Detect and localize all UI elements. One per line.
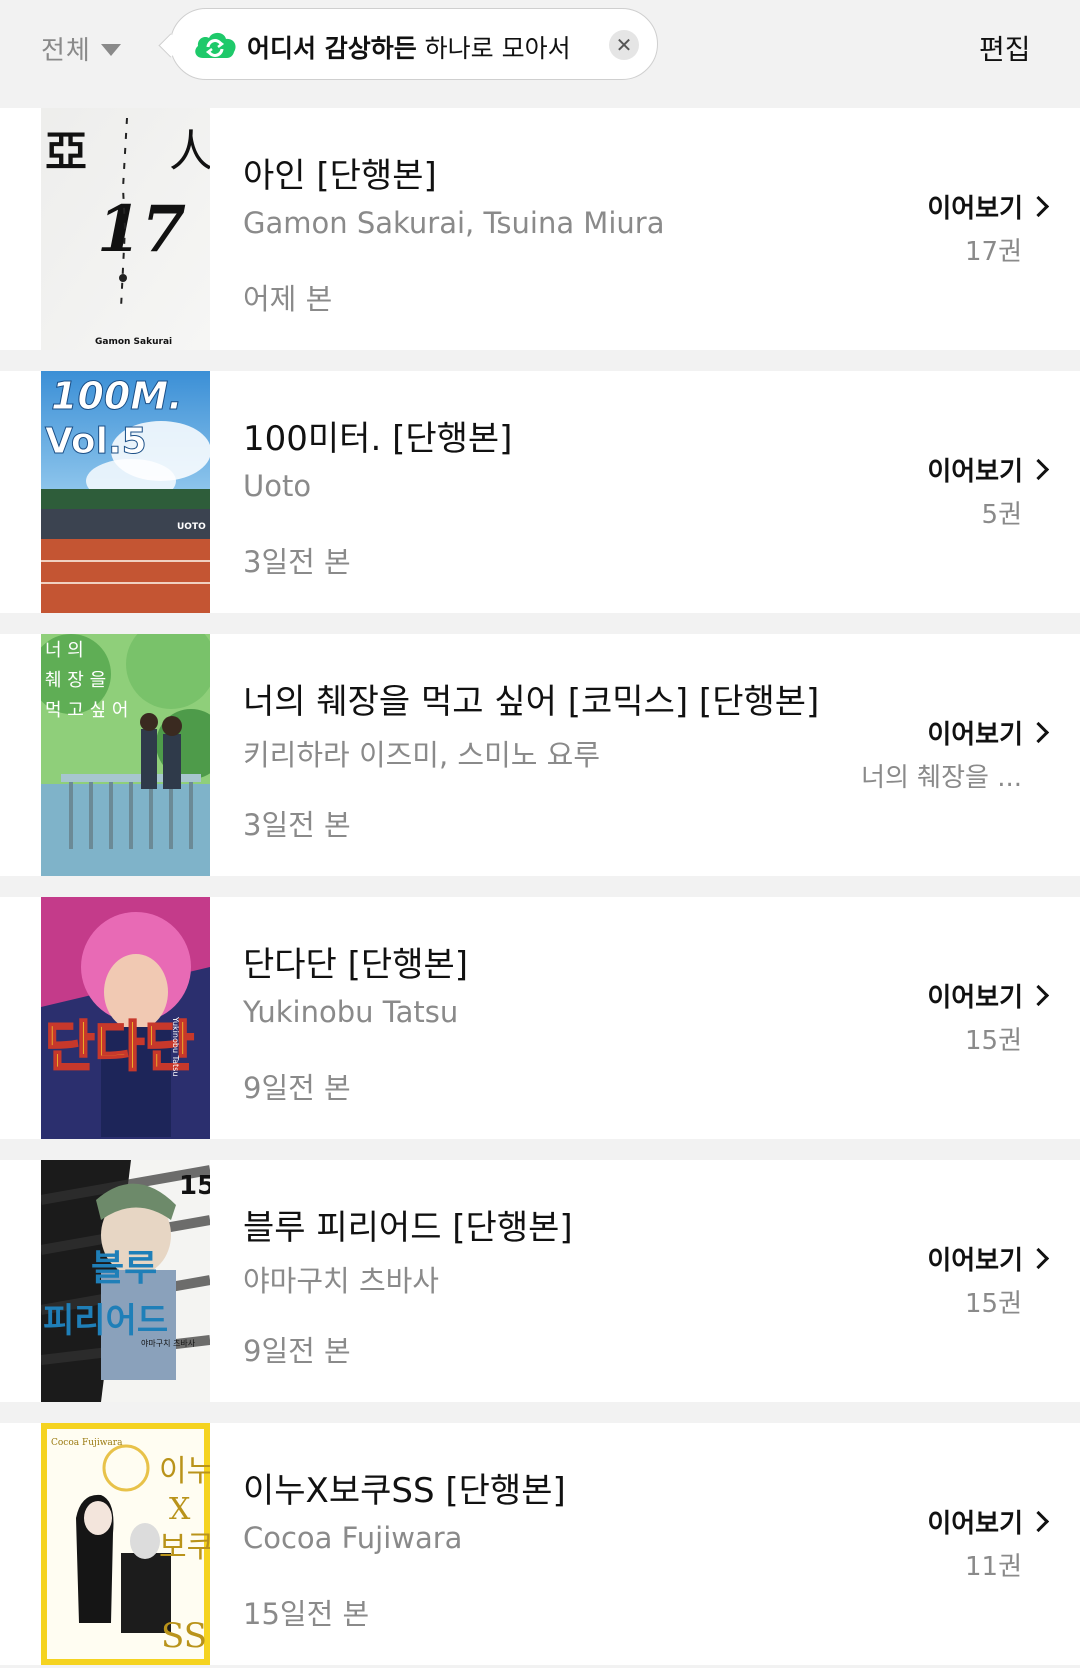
book-title: 100미터. [단행본]	[243, 419, 513, 459]
svg-text:피리어드: 피리어드	[43, 1301, 168, 1341]
chevron-right-icon	[1027, 721, 1050, 744]
book-cover[interactable]: 100M. Vol.5 UOTO	[41, 371, 210, 613]
continue-label: 이어보기	[927, 983, 1023, 1013]
volume-label: 5권	[981, 500, 1022, 530]
book-author: 야마구치 츠바사	[243, 1264, 439, 1298]
library-item[interactable]: Cocoa Fujiwara 이누 X 보쿠 SS 이누X보쿠SS [단행본] …	[0, 1423, 1080, 1665]
cloud-sync-icon	[195, 32, 236, 58]
book-title: 너의 췌장을 먹고 싶어 [코믹스] [단행본]	[243, 682, 820, 722]
library-item[interactable]: 100M. Vol.5 UOTO 100미터. [단행본] Uoto 3일전 본…	[0, 371, 1080, 613]
svg-text:야마구치 츠바사: 야마구치 츠바사	[141, 1338, 196, 1348]
last-viewed: 3일전 본	[243, 808, 351, 842]
continue-label: 이어보기	[927, 720, 1023, 750]
book-cover[interactable]: 亞 人 17 Gamon Sakurai	[41, 108, 210, 350]
svg-text:Gamon Sakurai: Gamon Sakurai	[95, 337, 172, 347]
svg-text:Cocoa Fujiwara: Cocoa Fujiwara	[51, 1438, 123, 1448]
svg-text:블루: 블루	[91, 1248, 157, 1289]
continue-reading-button[interactable]: 이어보기	[927, 714, 1052, 751]
svg-text:17: 17	[97, 192, 186, 267]
book-author: Cocoa Fujiwara	[243, 1521, 463, 1555]
svg-text:SS: SS	[161, 1616, 207, 1656]
volume-label: 17권	[964, 237, 1022, 267]
continue-label: 이어보기	[927, 1509, 1023, 1539]
book-title: 단다단 [단행본]	[243, 945, 469, 985]
svg-text:이누: 이누	[159, 1454, 210, 1489]
header: 전체 어디서 감상하든 하나로 모아서 ✕ 편집	[0, 0, 1080, 100]
book-title: 아인 [단행본]	[243, 156, 437, 196]
continue-reading-button[interactable]: 이어보기	[927, 977, 1052, 1014]
book-cover[interactable]: 너 의 췌 장 을 먹 고 싶 어	[41, 634, 210, 876]
last-viewed: 9일전 본	[243, 1334, 351, 1368]
continue-label: 이어보기	[927, 1246, 1023, 1276]
continue-label: 이어보기	[927, 194, 1023, 224]
svg-text:췌 장 을: 췌 장 을	[45, 670, 106, 691]
book-title: 이누X보쿠SS [단행본]	[243, 1471, 566, 1511]
book-cover[interactable]: 15 블루 피리어드 야마구치 츠바사	[41, 1160, 210, 1402]
svg-text:人: 人	[169, 126, 210, 177]
volume-label: 15권	[964, 1026, 1022, 1056]
continue-label: 이어보기	[927, 457, 1023, 487]
svg-text:X: X	[169, 1492, 191, 1527]
book-title: 블루 피리어드 [단행본]	[243, 1208, 573, 1248]
chevron-right-icon	[1027, 1247, 1050, 1270]
library-item[interactable]: 단다단 Yukinobu Tatsu 단다단 [단행본] Yukinobu Ta…	[0, 897, 1080, 1139]
continue-reading-button[interactable]: 이어보기	[927, 188, 1052, 225]
continue-reading-button[interactable]: 이어보기	[927, 1240, 1052, 1277]
edit-button[interactable]: 편집	[979, 28, 1031, 68]
volume-label: 너의 췌장을 ...	[861, 763, 1022, 793]
svg-text:15: 15	[179, 1171, 210, 1201]
svg-text:보쿠: 보쿠	[159, 1530, 210, 1565]
close-icon[interactable]: ✕	[609, 30, 639, 60]
chevron-right-icon	[1027, 195, 1050, 218]
continue-reading-button[interactable]: 이어보기	[927, 1503, 1052, 1540]
svg-text:亞: 亞	[45, 127, 87, 176]
chevron-right-icon	[1027, 1510, 1050, 1533]
svg-text:Yukinobu Tatsu: Yukinobu Tatsu	[171, 1016, 180, 1076]
library-item[interactable]: 15 블루 피리어드 야마구치 츠바사 블루 피리어드 [단행본] 야마구치 츠…	[0, 1160, 1080, 1402]
continue-reading-button[interactable]: 이어보기	[927, 451, 1052, 488]
banner-pointer	[158, 33, 183, 58]
last-viewed: 3일전 본	[243, 545, 351, 579]
book-author: 키리하라 이즈미, 스미노 요루	[243, 738, 601, 772]
caret-down-icon	[100, 43, 121, 56]
chevron-right-icon	[1027, 984, 1050, 1007]
last-viewed: 9일전 본	[243, 1071, 351, 1105]
library-item[interactable]: 너 의 췌 장 을 먹 고 싶 어 너의 췌장을 먹고 싶어 [코믹스] [단행…	[0, 634, 1080, 876]
filter-dropdown[interactable]: 전체	[41, 30, 121, 67]
book-author: Gamon Sakurai, Tsuina Miura	[243, 206, 665, 240]
filter-label: 전체	[41, 36, 91, 66]
last-viewed: 어제 본	[243, 282, 333, 316]
volume-label: 11권	[964, 1552, 1022, 1582]
book-author: Uoto	[243, 469, 312, 503]
svg-text:UOTO: UOTO	[177, 522, 206, 532]
banner-text: 어디서 감상하든 하나로 모아서	[247, 29, 571, 65]
last-viewed: 15일전 본	[243, 1597, 370, 1631]
banner-text-bold: 어디서 감상하든	[247, 34, 417, 63]
banner-text-rest: 하나로 모아서	[416, 34, 571, 63]
chevron-right-icon	[1027, 458, 1050, 481]
book-author: Yukinobu Tatsu	[243, 995, 459, 1029]
svg-text:Vol.5: Vol.5	[45, 421, 147, 462]
svg-text:너 의: 너 의	[45, 640, 84, 661]
sync-banner[interactable]: 어디서 감상하든 하나로 모아서 ✕	[158, 8, 658, 80]
volume-label: 15권	[964, 1289, 1022, 1319]
svg-text:100M.: 100M.	[51, 374, 183, 418]
library-item[interactable]: 亞 人 17 Gamon Sakurai 아인 [단행본] Gamon Saku…	[0, 108, 1080, 350]
book-cover[interactable]: Cocoa Fujiwara 이누 X 보쿠 SS	[41, 1423, 210, 1665]
book-cover[interactable]: 단다단 Yukinobu Tatsu	[41, 897, 210, 1139]
svg-text:먹 고 싶 어: 먹 고 싶 어	[45, 700, 128, 721]
